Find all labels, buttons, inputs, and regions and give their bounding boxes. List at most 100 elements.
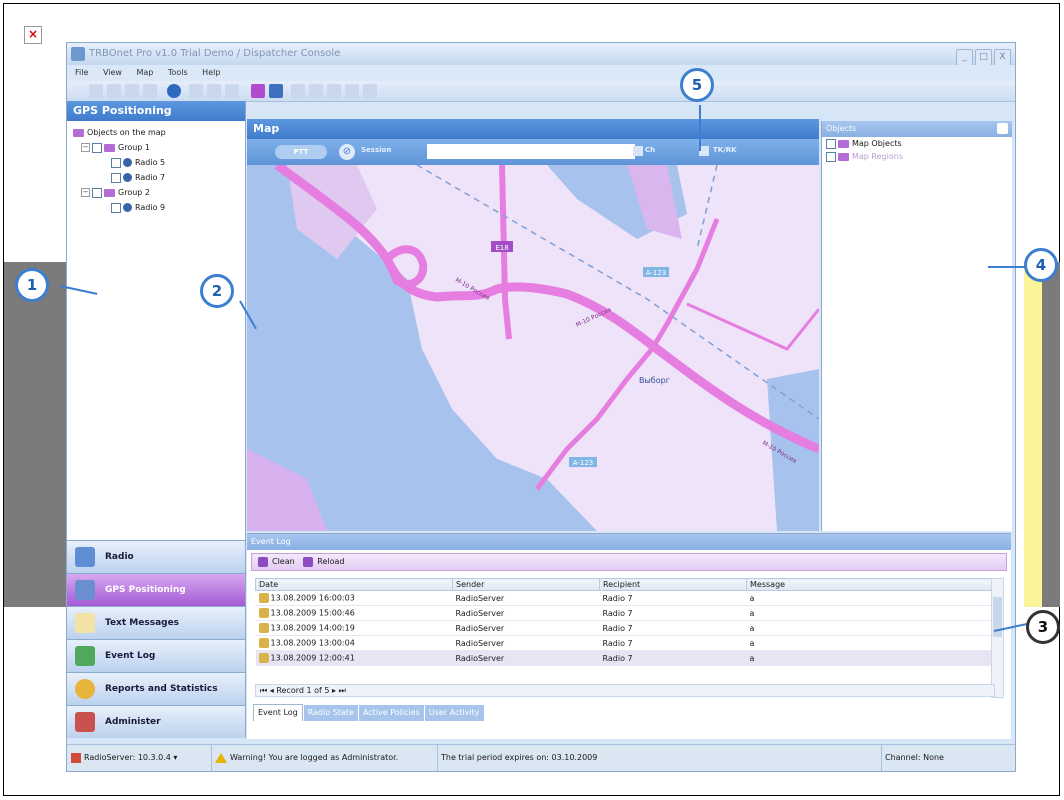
checkbox[interactable]: [826, 151, 836, 162]
next-record-icon[interactable]: ▸: [332, 686, 336, 695]
cell-date: 13.08.2009 15:00:46: [255, 605, 453, 621]
collapse-icon[interactable]: −: [81, 143, 90, 152]
menu-view[interactable]: View: [103, 68, 122, 77]
layers-icon[interactable]: [251, 84, 265, 98]
tree-node-objects[interactable]: Objects on the map: [73, 125, 239, 140]
toolbar-tool-icon[interactable]: [327, 84, 341, 98]
window-icon[interactable]: [269, 84, 283, 98]
maximize-button[interactable]: □: [975, 49, 992, 66]
tab-user-activity[interactable]: User Activity: [424, 705, 484, 721]
clean-button[interactable]: Clean: [272, 557, 295, 566]
toolbar-forward-icon[interactable]: [107, 84, 121, 98]
toolbar-tool-icon[interactable]: [345, 84, 359, 98]
table-row[interactable]: 13.08.2009 12:00:41 RadioServer Radio 7 …: [255, 650, 995, 666]
checkbox[interactable]: [826, 138, 836, 149]
column-header-date[interactable]: Date: [255, 578, 453, 591]
nav-administer-button[interactable]: Administer: [67, 705, 245, 738]
toolbar-tool-icon[interactable]: [207, 84, 221, 98]
cell-date: 13.08.2009 13:00:04: [255, 635, 453, 651]
map-canvas[interactable]: E18 A-123 A-123 M-10 Россия M-10 Россия …: [247, 119, 819, 531]
nav-radio-button[interactable]: Radio: [67, 540, 245, 573]
menu-tools[interactable]: Tools: [168, 68, 188, 77]
date-text: 13.08.2009 13:00:04: [270, 638, 355, 648]
first-record-icon[interactable]: ⏮: [260, 686, 267, 695]
log-icon: [75, 646, 95, 666]
toolbar-tool-icon[interactable]: [309, 84, 323, 98]
table-row[interactable]: 13.08.2009 13:00:04 RadioServer Radio 7 …: [255, 635, 995, 651]
background-right-strip: [1042, 262, 1060, 607]
cell-date: 13.08.2009 12:00:41: [255, 650, 453, 666]
toolbar: [67, 81, 1015, 102]
menu-bar: File View Map Tools Help: [67, 65, 1015, 81]
map-toolbar: PTT ⊘ Session Ch TK/RK: [247, 139, 819, 165]
toolbar-tool-icon[interactable]: [189, 84, 203, 98]
callout-2: 2: [200, 274, 234, 308]
pin-icon[interactable]: [997, 123, 1008, 134]
column-header-recipient[interactable]: Recipient: [599, 578, 747, 591]
nav-reports-button[interactable]: Reports and Statistics: [67, 672, 245, 705]
ptt-button[interactable]: PTT: [275, 145, 327, 159]
folder-icon: [838, 139, 849, 148]
map-icon: [75, 580, 95, 600]
tree-node-group-2[interactable]: − Group 2: [73, 185, 239, 200]
navigation-buttons: Radio GPS Positioning Text Messages Even…: [67, 540, 245, 738]
toolbar-tool-icon[interactable]: [225, 84, 239, 98]
table-row[interactable]: 13.08.2009 16:00:03 RadioServer Radio 7 …: [255, 590, 995, 606]
table-row[interactable]: 13.08.2009 15:00:46 RadioServer Radio 7 …: [255, 605, 995, 621]
checkbox[interactable]: [92, 187, 102, 198]
collapse-icon[interactable]: −: [81, 188, 90, 197]
object-map-regions[interactable]: Map Regions: [822, 150, 1012, 163]
minimize-button[interactable]: _: [956, 49, 973, 66]
callout-4: 4: [1024, 248, 1058, 282]
cell-recipient: Radio 7: [599, 635, 747, 651]
event-log-scrollbar[interactable]: [991, 578, 1004, 698]
nav-text-messages-button[interactable]: Text Messages: [67, 606, 245, 639]
cell-message: a: [746, 620, 995, 636]
checkbox[interactable]: [111, 157, 121, 168]
menu-map[interactable]: Map: [136, 68, 153, 77]
reload-button[interactable]: Reload: [317, 557, 344, 566]
object-map-objects[interactable]: Map Objects: [822, 137, 1012, 150]
envelope-icon: [75, 613, 95, 633]
tree-node-label: Radio 5: [135, 158, 166, 167]
cell-recipient: Radio 7: [599, 620, 747, 636]
callout-3: 3: [1026, 610, 1060, 644]
menu-file[interactable]: File: [75, 68, 88, 77]
tree-node-radio-9[interactable]: Radio 9: [73, 200, 239, 215]
session-input[interactable]: [427, 144, 635, 159]
tree-node-radio-7[interactable]: Radio 7: [73, 170, 239, 185]
globe-icon[interactable]: [167, 84, 181, 98]
close-button[interactable]: X: [994, 49, 1011, 66]
tree-node-radio-5[interactable]: Radio 5: [73, 155, 239, 170]
tab-active-policies[interactable]: Active Policies: [358, 705, 424, 721]
server-status[interactable]: RadioServer: 10.3.0.4 ▾: [67, 745, 212, 771]
toolbar-tool-icon[interactable]: [363, 84, 377, 98]
checkbox[interactable]: [111, 172, 121, 183]
window-title: TRBOnet Pro v1.0 Trial Demo / Dispatcher…: [89, 48, 341, 59]
tab-radio-state[interactable]: Radio State: [303, 705, 358, 721]
nav-event-log-button[interactable]: Event Log: [67, 639, 245, 672]
tree-node-label: Radio 7: [135, 173, 166, 182]
nav-label: GPS Positioning: [105, 585, 186, 595]
checkbox[interactable]: [111, 202, 121, 213]
message-icon: [258, 653, 269, 663]
tab-event-log[interactable]: Event Log: [253, 704, 303, 721]
column-header-message[interactable]: Message: [746, 578, 995, 591]
toolbar-back-icon[interactable]: [89, 84, 103, 98]
table-row[interactable]: 13.08.2009 14:00:19 RadioServer Radio 7 …: [255, 620, 995, 636]
toolbar-tool-icon[interactable]: [291, 84, 305, 98]
event-log-title: Event Log: [247, 534, 1011, 550]
checkbox[interactable]: [92, 142, 102, 153]
last-record-icon[interactable]: ⏭: [339, 686, 346, 695]
column-header-sender[interactable]: Sender: [452, 578, 600, 591]
close-image-icon[interactable]: ×: [24, 26, 42, 44]
prev-record-icon[interactable]: ◂: [270, 686, 274, 695]
city-label: Выборг: [639, 376, 670, 385]
tree-node-group-1[interactable]: − Group 1: [73, 140, 239, 155]
event-log-tabs: Event Log Radio State Active Policies User …: [253, 704, 485, 721]
menu-help[interactable]: Help: [202, 68, 220, 77]
toolbar-refresh-icon[interactable]: [125, 84, 139, 98]
nav-gps-positioning-button[interactable]: GPS Positioning: [67, 573, 245, 606]
date-text: 13.08.2009 16:00:03: [270, 593, 355, 603]
toolbar-stop-icon[interactable]: [143, 84, 157, 98]
